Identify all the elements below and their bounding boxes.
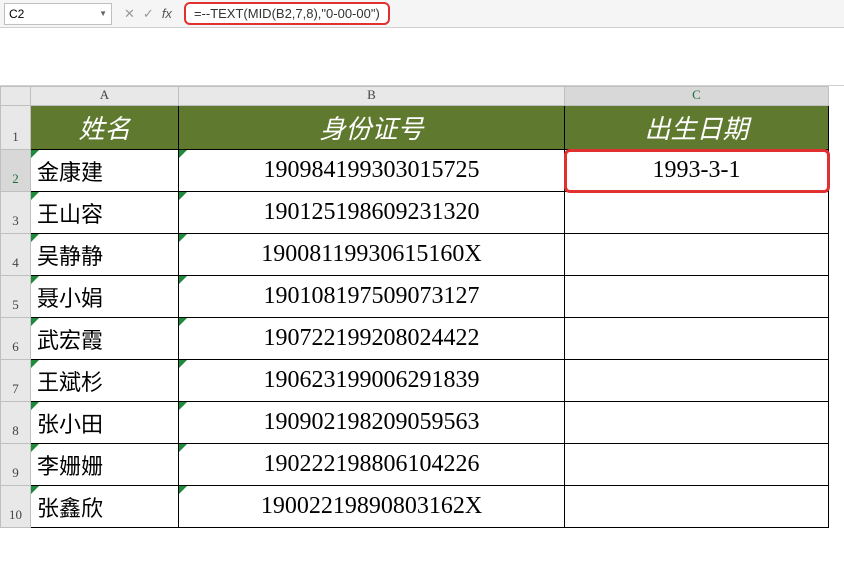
cell-c8[interactable]: [565, 402, 829, 444]
select-all-corner[interactable]: [1, 87, 31, 106]
row-header-4[interactable]: 4: [1, 234, 31, 276]
row-header-10[interactable]: 10: [1, 486, 31, 528]
accept-icon[interactable]: ✓: [143, 6, 154, 22]
cell-c9[interactable]: [565, 444, 829, 486]
cell-a8[interactable]: 张小田: [31, 402, 179, 444]
name-box[interactable]: C2 ▼: [4, 3, 112, 25]
cell-a6[interactable]: 武宏霞: [31, 318, 179, 360]
cell-b3[interactable]: 190125198609231320: [179, 192, 565, 234]
cell-c7[interactable]: [565, 360, 829, 402]
cell-a5[interactable]: 聂小娟: [31, 276, 179, 318]
cell-b7[interactable]: 190623199006291839: [179, 360, 565, 402]
col-header-b[interactable]: B: [179, 87, 565, 106]
cell-b10[interactable]: 19002219890803162X: [179, 486, 565, 528]
cell-b1[interactable]: 身份证号: [179, 106, 565, 150]
cell-b9[interactable]: 190222198806104226: [179, 444, 565, 486]
formula-bar: C2 ▼ ✕ ✓ fx =--TEXT(MID(B2,7,8),"0-00-00…: [0, 0, 844, 28]
col-header-a[interactable]: A: [31, 87, 179, 106]
cell-c10[interactable]: [565, 486, 829, 528]
cell-a4[interactable]: 吴静静: [31, 234, 179, 276]
cell-b4[interactable]: 19008119930615160X: [179, 234, 565, 276]
cell-c1[interactable]: 出生日期: [565, 106, 829, 150]
spreadsheet-grid: A B C 1 姓名 身份证号 出生日期 2 金康建 1909841993030…: [0, 86, 844, 528]
cell-b6[interactable]: 190722199208024422: [179, 318, 565, 360]
formula-bar-icons: ✕ ✓ fx: [120, 6, 176, 22]
cell-c6[interactable]: [565, 318, 829, 360]
row-header-3[interactable]: 3: [1, 192, 31, 234]
row-header-8[interactable]: 8: [1, 402, 31, 444]
row-header-9[interactable]: 9: [1, 444, 31, 486]
cell-c5[interactable]: [565, 276, 829, 318]
cell-c4[interactable]: [565, 234, 829, 276]
cell-a10[interactable]: 张鑫欣: [31, 486, 179, 528]
row-header-2[interactable]: 2: [1, 150, 31, 192]
col-header-c[interactable]: C: [565, 87, 829, 106]
formula-expand-area: [0, 28, 844, 86]
row-header-6[interactable]: 6: [1, 318, 31, 360]
row-header-7[interactable]: 7: [1, 360, 31, 402]
cell-c3[interactable]: [565, 192, 829, 234]
cell-b5[interactable]: 190108197509073127: [179, 276, 565, 318]
cell-c2[interactable]: 1993-3-1: [565, 150, 829, 192]
cell-a2[interactable]: 金康建: [31, 150, 179, 192]
cell-b8[interactable]: 190902198209059563: [179, 402, 565, 444]
cell-a3[interactable]: 王山容: [31, 192, 179, 234]
cell-a1[interactable]: 姓名: [31, 106, 179, 150]
name-box-value: C2: [9, 7, 24, 21]
cell-a9[interactable]: 李姗姗: [31, 444, 179, 486]
row-header-1[interactable]: 1: [1, 106, 31, 150]
formula-input[interactable]: =--TEXT(MID(B2,7,8),"0-00-00"): [184, 2, 840, 25]
cell-b2[interactable]: 190984199303015725: [179, 150, 565, 192]
row-header-5[interactable]: 5: [1, 276, 31, 318]
formula-text: =--TEXT(MID(B2,7,8),"0-00-00"): [184, 2, 390, 25]
fx-icon[interactable]: fx: [162, 6, 172, 21]
cancel-icon[interactable]: ✕: [124, 6, 135, 22]
cell-a7[interactable]: 王斌杉: [31, 360, 179, 402]
chevron-down-icon[interactable]: ▼: [99, 9, 107, 18]
